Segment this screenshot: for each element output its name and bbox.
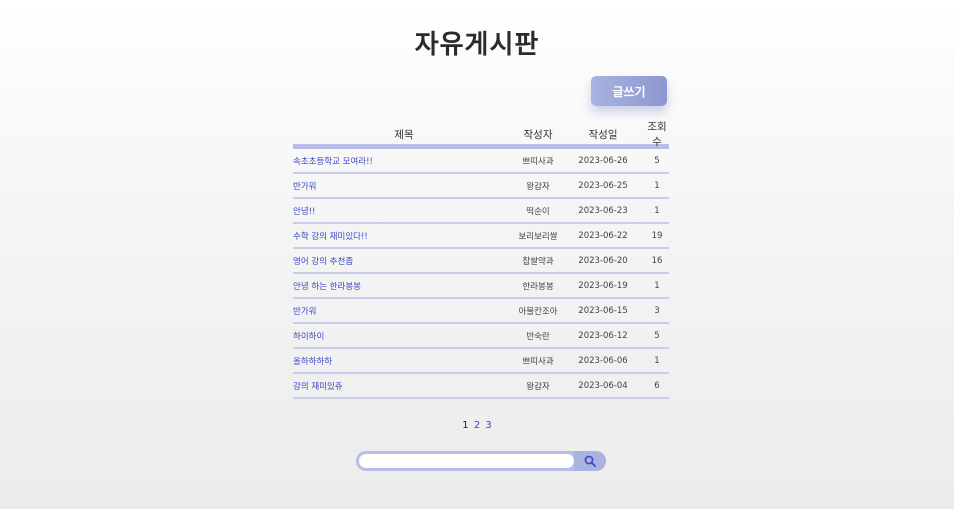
pagination: 1 2 3 bbox=[0, 420, 954, 431]
header-date: 작성일 bbox=[588, 128, 618, 141]
table-row: 안녕!! 떡순이 2023-06-23 1 bbox=[293, 199, 669, 224]
post-views: 1 bbox=[654, 180, 660, 191]
post-views: 1 bbox=[654, 280, 660, 291]
table-row: 강의 재미있쥬 왕감자 2023-06-04 6 bbox=[293, 374, 669, 399]
post-title-link[interactable]: 영어 강의 추천좀 bbox=[293, 255, 515, 267]
post-author: 왕감자 bbox=[526, 181, 550, 192]
post-date: 2023-06-15 bbox=[578, 305, 628, 316]
post-views: 1 bbox=[654, 355, 660, 366]
post-author: 아불칸조아 bbox=[518, 306, 558, 317]
post-author: 쁘띠사과 bbox=[522, 356, 554, 367]
post-author: 왕감자 bbox=[526, 381, 550, 392]
write-post-button[interactable]: 글쓰기 bbox=[591, 76, 667, 106]
post-author: 찹쌀약과 bbox=[522, 256, 554, 267]
search-button[interactable] bbox=[574, 451, 606, 471]
post-views: 16 bbox=[651, 255, 663, 266]
post-title-link[interactable]: 반가워 bbox=[293, 305, 515, 317]
post-date: 2023-06-26 bbox=[578, 155, 628, 166]
post-title-link[interactable]: 수학 강의 재미있다!! bbox=[293, 230, 515, 242]
search-icon bbox=[584, 455, 596, 467]
post-title-link[interactable]: 하이하이 bbox=[293, 330, 515, 342]
post-views: 3 bbox=[654, 305, 660, 316]
post-views: 19 bbox=[651, 230, 663, 241]
table-row: 속초초등학교 모여라!! 쁘띠사과 2023-06-26 5 bbox=[293, 149, 669, 174]
post-author: 한라봉봉 bbox=[522, 281, 554, 292]
board-page: 자유게시판 글쓰기 제목 작성자 작성일 조회수 속초초등학교 모여라!! 쁘띠… bbox=[0, 0, 954, 509]
post-date: 2023-06-19 bbox=[578, 280, 628, 291]
post-date: 2023-06-12 bbox=[578, 330, 628, 341]
table-row: 수학 강의 재미있다!! 보리보리쌀 2023-06-22 19 bbox=[293, 224, 669, 249]
post-title-link[interactable]: 올하하하하 bbox=[293, 355, 515, 367]
post-title-link[interactable]: 속초초등학교 모여라!! bbox=[293, 155, 515, 167]
header-views: 조회수 bbox=[647, 121, 667, 148]
header-author: 작성자 bbox=[523, 128, 553, 141]
post-title-link[interactable]: 강의 재미있쥬 bbox=[293, 380, 515, 392]
page-link-3[interactable]: 3 bbox=[485, 420, 491, 431]
table-row: 반가워 왕감자 2023-06-25 1 bbox=[293, 174, 669, 199]
post-author: 반숙란 bbox=[526, 331, 550, 342]
table-row: 반가워 아불칸조아 2023-06-15 3 bbox=[293, 299, 669, 324]
table-row: 올하하하하 쁘띠사과 2023-06-06 1 bbox=[293, 349, 669, 374]
post-views: 1 bbox=[654, 205, 660, 216]
post-table: 제목 작성자 작성일 조회수 속초초등학교 모여라!! 쁘띠사과 2023-06… bbox=[293, 121, 669, 399]
post-title-link[interactable]: 반가워 bbox=[293, 180, 515, 192]
table-row: 하이하이 반숙란 2023-06-12 5 bbox=[293, 324, 669, 349]
post-views: 6 bbox=[654, 380, 660, 391]
search-input[interactable] bbox=[359, 454, 574, 468]
post-date: 2023-06-25 bbox=[578, 180, 628, 191]
post-date: 2023-06-20 bbox=[578, 255, 628, 266]
post-date: 2023-06-04 bbox=[578, 380, 628, 391]
post-date: 2023-06-22 bbox=[578, 230, 628, 241]
search-bar bbox=[356, 451, 606, 471]
post-author: 떡순이 bbox=[526, 206, 550, 217]
post-views: 5 bbox=[654, 155, 660, 166]
table-row: 영어 강의 추천좀 찹쌀약과 2023-06-20 16 bbox=[293, 249, 669, 274]
post-author: 보리보리쌀 bbox=[518, 231, 558, 242]
table-row: 안녕 하는 한라봉봉 한라봉봉 2023-06-19 1 bbox=[293, 274, 669, 299]
post-author: 쁘띠사과 bbox=[522, 156, 554, 167]
post-date: 2023-06-23 bbox=[578, 205, 628, 216]
post-views: 5 bbox=[654, 330, 660, 341]
post-title-link[interactable]: 안녕!! bbox=[293, 205, 515, 217]
page-current: 1 bbox=[462, 420, 469, 431]
page-title: 자유게시판 bbox=[414, 30, 540, 60]
post-date: 2023-06-06 bbox=[578, 355, 628, 366]
post-title-link[interactable]: 안녕 하는 한라봉봉 bbox=[293, 280, 515, 292]
table-header: 제목 작성자 작성일 조회수 bbox=[293, 121, 669, 149]
page-link-2[interactable]: 2 bbox=[474, 420, 480, 431]
header-title: 제목 bbox=[394, 128, 414, 141]
